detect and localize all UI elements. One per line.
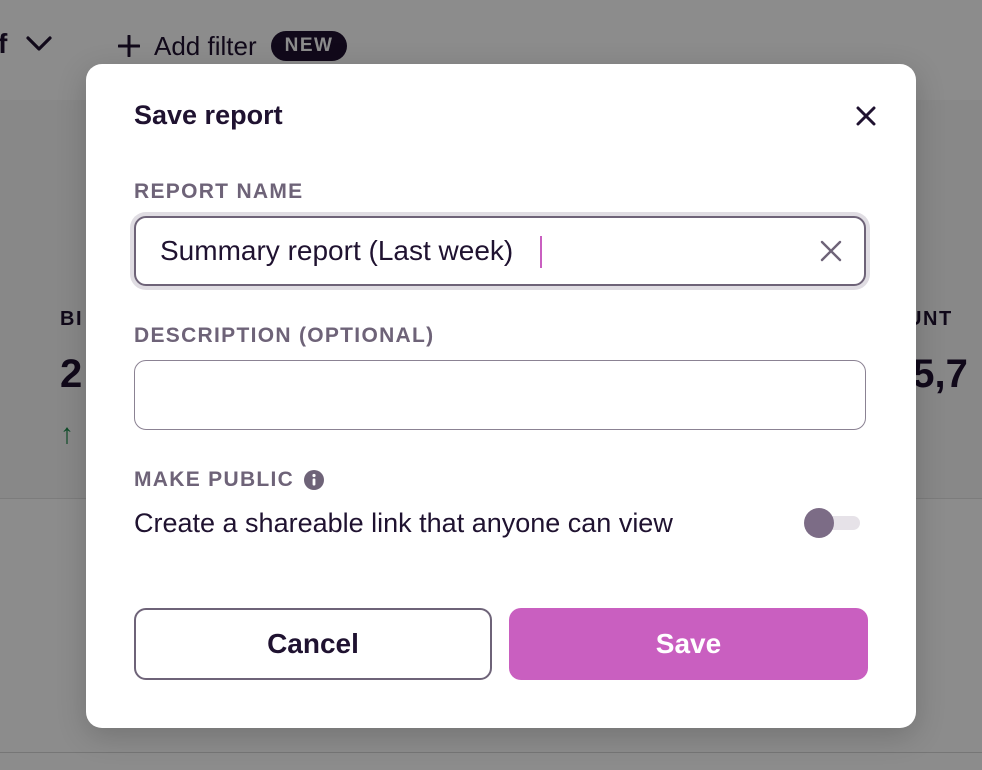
report-name-field <box>134 216 866 286</box>
save-button[interactable]: Save <box>509 608 868 680</box>
close-button[interactable] <box>850 100 882 132</box>
toggle-knob <box>804 508 834 538</box>
make-public-toggle[interactable] <box>804 508 860 538</box>
make-public-label: MAKE PUBLIC <box>134 468 295 491</box>
text-caret <box>540 236 542 268</box>
make-public-description: Create a shareable link that anyone can … <box>134 508 673 538</box>
clear-icon[interactable] <box>816 236 846 266</box>
dialog-title: Save report <box>134 100 283 130</box>
report-name-label: REPORT NAME <box>134 180 304 203</box>
report-name-input[interactable] <box>160 218 800 284</box>
make-public-label-row: MAKE PUBLIC <box>134 468 325 492</box>
cancel-button[interactable]: Cancel <box>134 608 492 680</box>
close-icon <box>856 106 876 126</box>
save-report-dialog: Save report REPORT NAME DESCRIPTION (OPT… <box>86 64 916 728</box>
info-icon[interactable] <box>304 470 325 490</box>
description-input[interactable] <box>159 361 799 427</box>
description-field <box>134 360 866 430</box>
description-label: DESCRIPTION (OPTIONAL) <box>134 324 435 347</box>
